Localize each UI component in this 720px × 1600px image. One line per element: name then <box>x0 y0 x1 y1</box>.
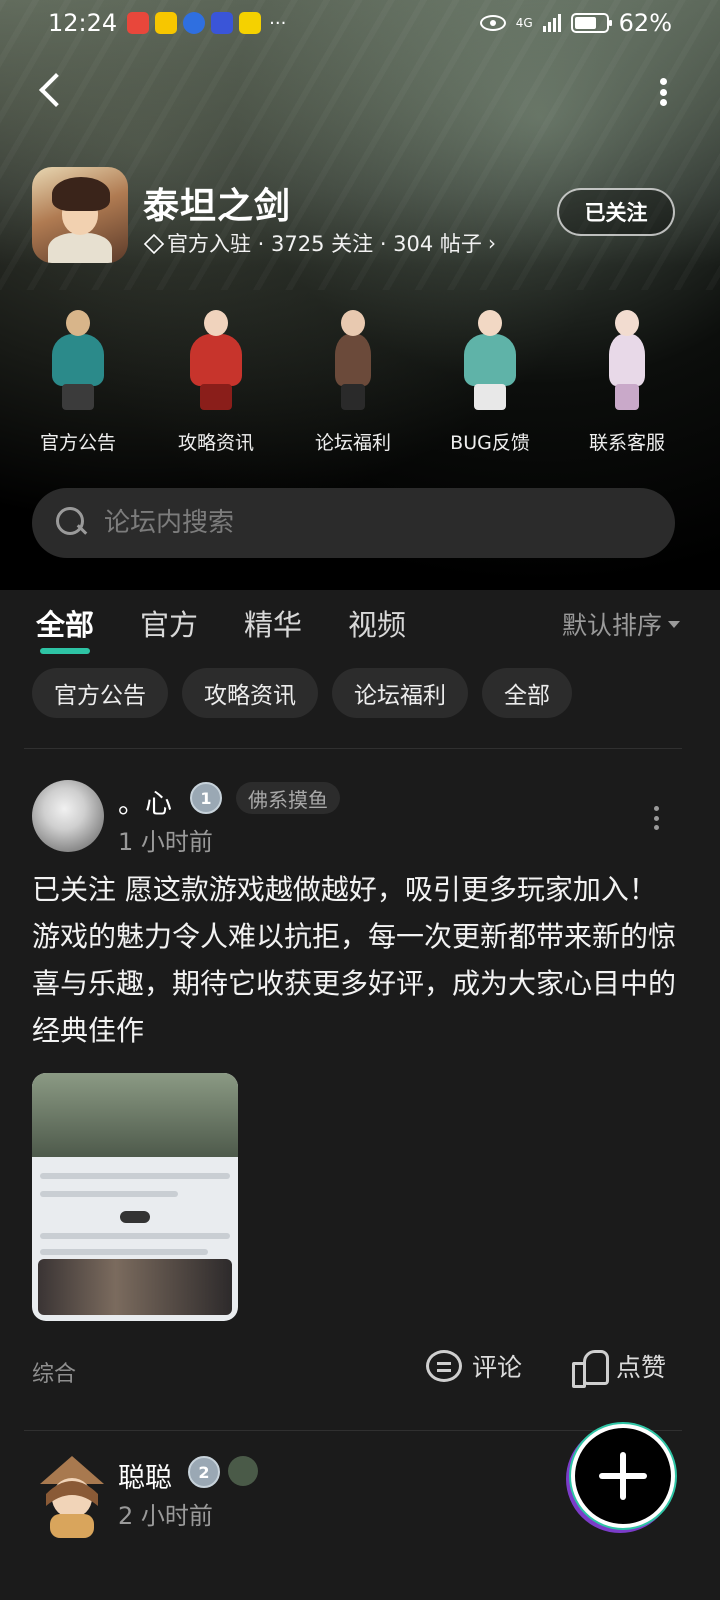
thumbs-up-icon <box>572 1350 609 1388</box>
character-illustration <box>587 306 667 410</box>
tab-all[interactable]: 全部 <box>36 602 94 654</box>
category-chips: 官方公告 攻略资讯 论坛福利 全部 <box>32 668 572 718</box>
shortcut-bug-report[interactable]: BUG反馈 <box>430 300 550 460</box>
tab-featured[interactable]: 精华 <box>244 602 302 644</box>
avatar[interactable] <box>32 1454 112 1538</box>
medal-icon <box>228 1456 258 1486</box>
divider <box>24 1430 682 1431</box>
character-illustration <box>450 306 530 410</box>
shortcut-label: 联系客服 <box>588 432 665 454</box>
forum-search-bar[interactable] <box>32 488 675 558</box>
follow-button[interactable]: 已关注 <box>557 188 675 236</box>
forum-meta[interactable]: 官方入驻 · 3725 关注 · 304 帖子 › <box>143 228 496 258</box>
shortcut-label: 官方公告 <box>39 432 116 454</box>
comment-button[interactable]: 评论 <box>426 1348 522 1384</box>
sort-dropdown[interactable]: 默认排序 <box>562 606 680 642</box>
shortcut-announcements[interactable]: 官方公告 <box>18 300 138 460</box>
eye-icon <box>479 15 506 31</box>
battery-percent: 62% <box>618 9 672 37</box>
post-card[interactable]: 。心 1 佛系摸鱼 1 小时前 已关注 愿这款游戏越做越好，吸引更多玩家加入！游… <box>0 778 720 1428</box>
chevron-right-icon: › <box>487 231 496 255</box>
forum-meta-text: 官方入驻 · 3725 关注 · 304 帖子 <box>167 232 482 256</box>
plus-icon <box>599 1452 647 1500</box>
shortcut-label: 攻略资讯 <box>177 432 254 454</box>
shortcut-label: BUG反馈 <box>450 432 530 454</box>
character-illustration <box>176 306 256 410</box>
shortcut-guides[interactable]: 攻略资讯 <box>156 300 276 460</box>
level-badge-icon: 1 <box>190 782 222 814</box>
game-app-icon[interactable] <box>32 167 128 263</box>
chip-benefits[interactable]: 论坛福利 <box>332 668 468 718</box>
forum-title: 泰坦之剑 <box>143 186 292 227</box>
search-input[interactable] <box>104 508 604 538</box>
chip-guides[interactable]: 攻略资讯 <box>182 668 318 718</box>
bulb-app-icon <box>183 12 206 34</box>
post-category: 综合 <box>32 1362 77 1387</box>
character-illustration <box>313 306 393 410</box>
post-more-icon[interactable] <box>654 806 660 830</box>
chip-all[interactable]: 全部 <box>482 668 572 718</box>
battery-icon <box>570 13 612 33</box>
tieba-app-icon <box>211 12 234 34</box>
more-options-button[interactable] <box>658 78 668 106</box>
post-image[interactable] <box>32 1073 238 1321</box>
caret-down-icon <box>668 620 680 628</box>
verified-diamond-icon <box>143 234 161 252</box>
sort-label: 默认排序 <box>561 611 662 640</box>
comment-icon <box>426 1350 462 1382</box>
comment-label: 评论 <box>472 1353 523 1382</box>
feed-tabs: 全部 官方 精华 视频 <box>36 602 406 654</box>
shortcut-row: 官方公告 攻略资讯 论坛福利 BUG反馈 联系客服 <box>0 300 720 460</box>
user-title-badge: 佛系摸鱼 <box>236 782 340 814</box>
post-body[interactable]: 已关注 愿这款游戏越做越好，吸引更多玩家加入！游戏的魅力令人难以抗拒，每一次更新… <box>32 866 680 1054</box>
divider <box>24 748 682 749</box>
level-badge-icon: 2 <box>188 1456 220 1488</box>
avatar[interactable] <box>32 780 104 852</box>
search-icon <box>56 507 88 539</box>
tab-official[interactable]: 官方 <box>140 602 198 644</box>
network-type: 4G <box>515 16 533 30</box>
shopping-app-icon <box>127 12 150 34</box>
shortcut-label: 论坛福利 <box>314 432 391 454</box>
like-button[interactable]: 点赞 <box>572 1348 667 1388</box>
post-username[interactable]: 。心 <box>118 782 172 821</box>
notification-icons <box>127 12 262 34</box>
chip-announcements[interactable]: 官方公告 <box>32 668 168 718</box>
shortcut-benefits[interactable]: 论坛福利 <box>293 300 413 460</box>
status-bar: 12:24 ··· 4G 62% <box>0 0 720 46</box>
post-username[interactable]: 聪聪 <box>118 1456 172 1495</box>
status-time: 12:24 <box>48 9 118 37</box>
character-illustration <box>38 306 118 410</box>
new-post-button[interactable] <box>571 1424 675 1528</box>
meituan-app-icon <box>155 12 178 34</box>
signal-icon <box>542 14 561 32</box>
back-button[interactable] <box>34 70 74 114</box>
yellow-app-icon <box>239 12 262 34</box>
like-label: 点赞 <box>616 1353 667 1382</box>
tab-video[interactable]: 视频 <box>348 602 406 644</box>
post-time: 2 小时前 <box>118 1502 213 1530</box>
more-notifications: ··· <box>269 12 287 34</box>
post-time: 1 小时前 <box>118 828 213 856</box>
shortcut-customer-service[interactable]: 联系客服 <box>567 300 687 460</box>
